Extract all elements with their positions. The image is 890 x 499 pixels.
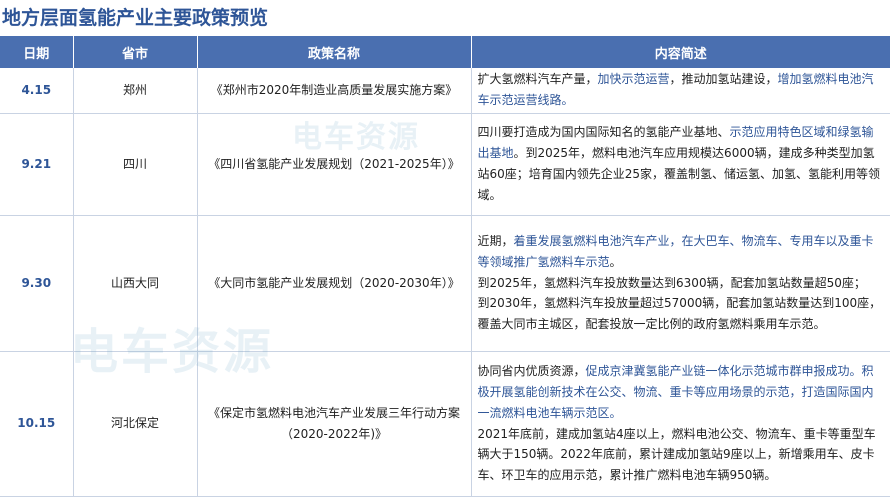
content-segment: 2021年底前，建成加氢站4座以上，燃料电池公交、物流车、重卡等重型车辆大于15… bbox=[477, 426, 876, 483]
content-segment: ，推动加氢站建设， bbox=[669, 72, 778, 87]
content-segment: 。 bbox=[609, 254, 622, 269]
row-city: 郑州 bbox=[73, 68, 198, 114]
row-date: 9.30 bbox=[0, 215, 74, 352]
content-paragraph: 近期，着重发展氢燃料电池汽车产业，在大巴车、物流车、专用车以及重卡等领域推广氢燃… bbox=[478, 231, 885, 273]
row-date: 9.21 bbox=[0, 113, 74, 216]
content-segment: 。到2025年，燃料电池汽车应用规模达6000辆，建成多种类型加氢站60座；培育… bbox=[477, 146, 881, 202]
header-policy: 政策名称 bbox=[197, 36, 472, 68]
content-paragraph: 协同省内优质资源，促成京津冀氢能产业链一体化示范城市群申报成功。积极开展氢能创新… bbox=[478, 361, 885, 423]
row-date: 4.15 bbox=[0, 68, 74, 114]
content-paragraph: 到2025年，氢燃料汽车投放数量达到6300辆，配套加氢站数量超50座； bbox=[478, 273, 885, 294]
row-content: 协同省内优质资源，促成京津冀氢能产业链一体化示范城市群申报成功。积极开展氢能创新… bbox=[471, 351, 890, 497]
row-content: 四川要打造成为国内国际知名的氢能产业基地、示范应用特色区域和绿氢输出基地。到20… bbox=[471, 113, 890, 216]
row-content: 扩大氢燃料汽车产量，加快示范运营，推动加氢站建设，增加氢燃料电池汽车示范运营线路… bbox=[471, 68, 890, 114]
content-segment: 到2030年，氢燃料汽车投放量超过57000辆，配套加氢站数量达到100座，覆盖… bbox=[477, 296, 882, 332]
header-city: 省市 bbox=[73, 36, 198, 68]
content-segment: 到2025年，氢燃料汽车投放数量达到6300辆，配套加氢站数量超50座； bbox=[477, 275, 866, 290]
content-paragraph: 到2030年，氢燃料汽车投放量超过57000辆，配套加氢站数量达到100座，覆盖… bbox=[478, 293, 885, 335]
row-policy-name: 《郑州市2020年制造业高质量发展实施方案》 bbox=[197, 68, 472, 114]
row-city: 山西大同 bbox=[73, 215, 198, 352]
content-highlight: 加快示范运营 bbox=[597, 72, 670, 87]
policy-table: 日期 省市 政策名称 内容简述 4.15 郑州 《郑州市2020年制造业高质量发… bbox=[0, 36, 890, 497]
content-highlight: 着重发展氢燃料电池汽车产业，在大巴车、物流车、专用车以及重卡等领域推广氢燃料车示… bbox=[477, 234, 874, 269]
row-date: 10.15 bbox=[0, 351, 74, 497]
table-row: 4.15 郑州 《郑州市2020年制造业高质量发展实施方案》 扩大氢燃料汽车产量… bbox=[0, 68, 890, 114]
row-city: 四川 bbox=[73, 113, 198, 216]
content-segment: 近期， bbox=[477, 234, 514, 248]
row-city: 河北保定 bbox=[73, 351, 198, 497]
row-policy-name: 《大同市氢能产业发展规划（2020-2030年）》 bbox=[197, 215, 472, 352]
content-segment: 扩大氢燃料汽车产量， bbox=[477, 72, 598, 87]
row-policy-name: 《四川省氢能产业发展规划（2021-2025年）》 bbox=[197, 113, 472, 216]
table-row: 9.21 四川 《四川省氢能产业发展规划（2021-2025年）》 四川要打造成… bbox=[0, 113, 890, 216]
row-policy-name: 《保定市氢燃料电池汽车产业发展三年行动方案（2020-2022年)》 bbox=[197, 351, 472, 497]
content-segment: 协同省内优质资源， bbox=[477, 364, 586, 379]
header-date: 日期 bbox=[0, 36, 74, 68]
table-row: 10.15 河北保定 《保定市氢燃料电池汽车产业发展三年行动方案（2020-20… bbox=[0, 351, 890, 497]
table-header-row: 日期 省市 政策名称 内容简述 bbox=[0, 36, 890, 68]
header-content: 内容简述 bbox=[471, 36, 890, 68]
page-title: 地方层面氢能产业主要政策预览 bbox=[2, 7, 269, 29]
row-content: 近期，着重发展氢燃料电池汽车产业，在大巴车、物流车、专用车以及重卡等领域推广氢燃… bbox=[471, 215, 890, 352]
table-row: 9.30 山西大同 《大同市氢能产业发展规划（2020-2030年）》 近期，着… bbox=[0, 215, 890, 352]
content-paragraph: 2021年底前，建成加氢站4座以上，燃料电池公交、物流车、重卡等重型车辆大于15… bbox=[478, 424, 885, 486]
content-segment: 四川要打造成为国内国际知名的氢能产业基地、 bbox=[477, 125, 730, 140]
